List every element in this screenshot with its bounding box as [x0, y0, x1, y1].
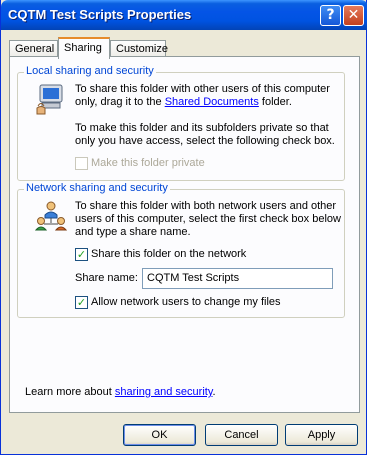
sharing-security-link[interactable]: sharing and security [115, 386, 213, 398]
make-private-checkbox[interactable] [75, 157, 88, 170]
help-button[interactable]: ? [320, 5, 341, 26]
shared-documents-link[interactable]: Shared Documents [165, 96, 259, 108]
tab-sharing[interactable]: Sharing [58, 37, 110, 59]
close-button[interactable]: ✕ [343, 5, 364, 26]
allow-change-checkbox[interactable]: ✓ [75, 296, 88, 309]
network-sharing-title: Network sharing and security [24, 182, 170, 194]
cancel-button[interactable]: Cancel [205, 424, 278, 446]
window-title: CQTM Test Scripts Properties [8, 7, 192, 22]
allow-change-label: Allow network users to change my files [91, 296, 281, 308]
ok-button[interactable]: OK [123, 424, 196, 446]
apply-button[interactable]: Apply [285, 424, 358, 446]
local-sharing-text-3: To make this folder and its subfolders p… [75, 122, 329, 134]
network-sharing-text-2: users of this computer, select the first… [75, 213, 341, 225]
local-sharing-text-4: only you have access, select the followi… [75, 135, 335, 147]
network-sharing-text-1: To share this folder with both network u… [75, 200, 337, 212]
local-sharing-text-1: To share this folder with other users of… [75, 83, 330, 95]
make-private-label: Make this folder private [91, 157, 205, 169]
learn-more-text: Learn more about sharing and security. [25, 386, 216, 398]
network-users-icon [34, 201, 68, 231]
shared-computer-icon [36, 84, 63, 115]
title-bar[interactable]: CQTM Test Scripts Properties ? ✕ [1, 0, 367, 30]
local-sharing-title: Local sharing and security [24, 65, 156, 77]
share-folder-checkbox[interactable]: ✓ [75, 248, 88, 261]
share-name-label: Share name: [75, 272, 138, 284]
local-sharing-text-2: only, drag it to the Shared Documents fo… [75, 96, 292, 108]
share-folder-label: Share this folder on the network [91, 248, 247, 260]
network-sharing-text-3: and type a share name. [75, 226, 191, 238]
properties-dialog: CQTM Test Scripts Properties ? ✕ General… [0, 0, 367, 455]
share-name-input[interactable]: CQTM Test Scripts [142, 268, 333, 289]
